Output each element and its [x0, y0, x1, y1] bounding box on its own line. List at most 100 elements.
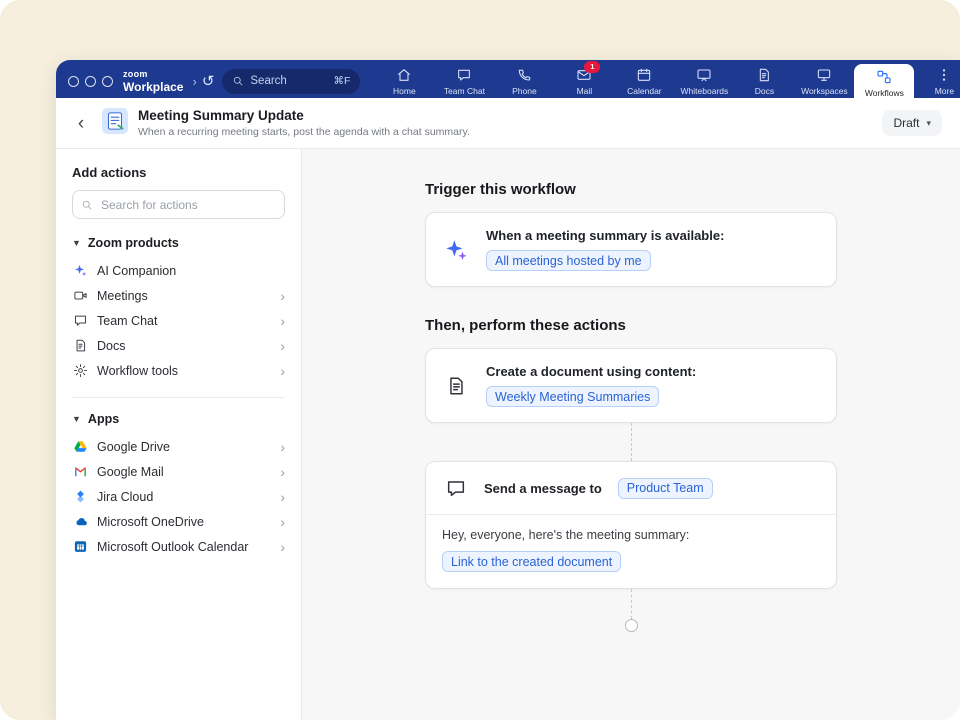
- window-controls[interactable]: [68, 76, 113, 87]
- send-message-text: Send a message to: [484, 481, 602, 496]
- sidebar-item-google-mail[interactable]: Google Mail ›: [72, 459, 285, 484]
- chevron-right-icon: ›: [280, 490, 285, 504]
- sidebar-item-team-chat[interactable]: Team Chat ›: [72, 308, 285, 333]
- nav-item-more[interactable]: More: [914, 60, 960, 102]
- global-search-button[interactable]: Search ⌘F: [222, 69, 360, 94]
- add-node-button[interactable]: [625, 619, 638, 632]
- nav-label: Team Chat: [444, 86, 485, 96]
- recipient-chip[interactable]: Product Team: [618, 478, 713, 499]
- chevron-right-icon[interactable]: ›: [192, 74, 196, 89]
- zoom-workplace-logo: zoom Workplace: [123, 70, 183, 93]
- back-button[interactable]: ‹: [70, 114, 92, 133]
- actions-sidebar: Add actions ▼ Zoom products: [56, 149, 302, 720]
- sidebar-item-microsoft-onedrive[interactable]: Microsoft OneDrive ›: [72, 509, 285, 534]
- sidebar-item-jira-cloud[interactable]: Jira Cloud ›: [72, 484, 285, 509]
- home-icon: [396, 67, 412, 83]
- connector-dashed-line: [631, 423, 632, 461]
- sidebar-item-meetings[interactable]: Meetings ›: [72, 283, 285, 308]
- nav-label: Calendar: [627, 86, 662, 96]
- sidebar-item-workflow-tools[interactable]: Workflow tools ›: [72, 358, 285, 383]
- chevron-down-icon: ▼: [72, 414, 81, 424]
- window-minimize-button[interactable]: [85, 76, 96, 87]
- document-link-chip[interactable]: Link to the created document: [442, 551, 621, 572]
- sidebar-item-label: Google Drive: [97, 440, 170, 454]
- workflow-title-block: Meeting Summary Update When a recurring …: [138, 108, 470, 139]
- mail-icon: 1: [576, 67, 592, 83]
- create-document-text: Create a document using content:: [486, 364, 696, 379]
- outlook-calendar-icon: [72, 539, 88, 554]
- connector-dashed-line: [631, 589, 632, 619]
- page-title: Meeting Summary Update: [138, 108, 470, 124]
- status-badge: Draft: [893, 116, 919, 130]
- app-window: zoom Workplace › ↺ Search ⌘F Home Team C…: [56, 60, 960, 720]
- search-icon: [81, 199, 93, 211]
- workflows-icon: [876, 69, 892, 85]
- sidebar-item-docs[interactable]: Docs ›: [72, 333, 285, 358]
- sidebar-item-label: Docs: [97, 339, 125, 353]
- page-background: zoom Workplace › ↺ Search ⌘F Home Team C…: [0, 0, 960, 720]
- trigger-card[interactable]: When a meeting summary is available: All…: [425, 212, 837, 287]
- nav-item-home[interactable]: Home: [374, 60, 434, 102]
- brand-workplace-text: Workplace: [123, 81, 183, 93]
- actions-search-box[interactable]: [72, 190, 285, 219]
- search-placeholder-text: Search: [250, 75, 286, 87]
- section-header-apps[interactable]: ▼ Apps: [72, 412, 285, 426]
- window-zoom-button[interactable]: [102, 76, 113, 87]
- nav-item-phone[interactable]: Phone: [494, 60, 554, 102]
- page-subtitle: When a recurring meeting starts, post th…: [138, 126, 470, 139]
- chevron-down-icon: ▾: [926, 118, 931, 129]
- ai-companion-icon: [72, 263, 88, 278]
- create-document-card[interactable]: Create a document using content: Weekly …: [425, 348, 837, 423]
- nav-item-team-chat[interactable]: Team Chat: [434, 60, 494, 102]
- sidebar-item-microsoft-outlook-calendar[interactable]: Microsoft Outlook Calendar ›: [72, 534, 285, 559]
- ai-sparkle-icon: [442, 237, 470, 263]
- chevron-right-icon: ›: [280, 314, 285, 328]
- trigger-scope-chip[interactable]: All meetings hosted by me: [486, 250, 651, 271]
- search-shortcut-hint: ⌘F: [333, 75, 350, 87]
- document-icon: [442, 375, 470, 397]
- calendar-icon: [636, 67, 652, 83]
- window-close-button[interactable]: [68, 76, 79, 87]
- sidebar-item-label: Team Chat: [97, 314, 157, 328]
- search-icon: [232, 75, 244, 87]
- nav-item-docs[interactable]: Docs: [734, 60, 794, 102]
- content-sheet: ‹ Meeting Summary Update When a recurrin…: [56, 98, 960, 720]
- search-input[interactable]: [99, 197, 276, 213]
- history-icon[interactable]: ↺: [202, 72, 215, 90]
- nav-label: Home: [393, 86, 416, 96]
- nav-item-whiteboards[interactable]: Whiteboards: [674, 60, 734, 102]
- nav-item-calendar[interactable]: Calendar: [614, 60, 674, 102]
- sidebar-item-label: Jira Cloud: [97, 490, 153, 504]
- section-header-zoom-products[interactable]: ▼ Zoom products: [72, 236, 285, 250]
- nav-item-workflows[interactable]: Workflows: [854, 64, 914, 102]
- onedrive-icon: [72, 514, 88, 529]
- status-dropdown[interactable]: Draft ▾: [882, 110, 942, 136]
- document-icon: [72, 338, 88, 353]
- send-message-card[interactable]: Send a message to Product Team Hey, ever…: [425, 461, 837, 589]
- document-content-chip[interactable]: Weekly Meeting Summaries: [486, 386, 659, 407]
- chevron-right-icon: ›: [280, 515, 285, 529]
- chat-bubble-icon: [72, 313, 88, 328]
- nav-label: Workspaces: [801, 86, 848, 96]
- docs-icon: [756, 67, 772, 83]
- chevron-right-icon: ›: [280, 289, 285, 303]
- phone-icon: [516, 67, 532, 83]
- brand-zoom-text: zoom: [123, 70, 183, 79]
- section-zoom-products: ▼ Zoom products AI Companion Meetings: [72, 236, 285, 383]
- nav-item-workspaces[interactable]: Workspaces: [794, 60, 854, 102]
- sidebar-item-label: Meetings: [97, 289, 148, 303]
- workflow-canvas: Trigger this workflow When a meeting sum…: [302, 149, 960, 720]
- gmail-icon: [72, 464, 88, 479]
- sidebar-item-ai-companion[interactable]: AI Companion: [72, 258, 285, 283]
- workflow-header: ‹ Meeting Summary Update When a recurrin…: [56, 98, 960, 149]
- nav-label: More: [935, 86, 954, 96]
- nav-label: Docs: [755, 86, 774, 96]
- nav-item-mail[interactable]: 1 Mail: [554, 60, 614, 102]
- google-drive-icon: [72, 439, 88, 454]
- sidebar-item-label: Google Mail: [97, 465, 164, 479]
- chevron-down-icon: ▼: [72, 238, 81, 248]
- chevron-right-icon: ›: [280, 364, 285, 378]
- sidebar-item-google-drive[interactable]: Google Drive ›: [72, 434, 285, 459]
- trigger-text: When a meeting summary is available:: [486, 228, 724, 243]
- sidebar-item-label: Microsoft OneDrive: [97, 515, 204, 529]
